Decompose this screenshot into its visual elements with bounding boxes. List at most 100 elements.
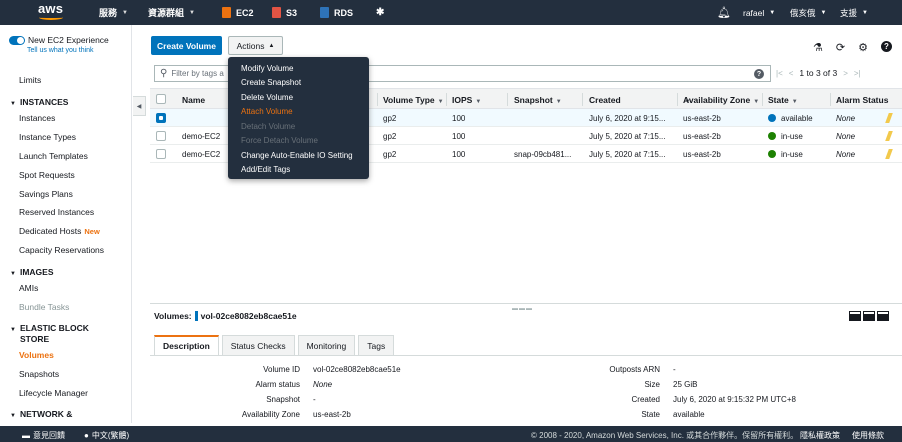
rds-shortcut[interactable]: RDS — [320, 0, 353, 25]
pencil-icon[interactable] — [885, 149, 893, 159]
chevron-down-icon: ▼ — [122, 9, 128, 16]
sidebar-item-spot-requests[interactable]: Spot Requests — [19, 170, 75, 180]
aws-logo[interactable]: aws — [38, 2, 66, 21]
new-ec2-experience-toggle-row[interactable]: New EC2 Experience — [9, 35, 109, 45]
ec2-shortcut[interactable]: EC2 — [222, 0, 254, 25]
region-label: 俄亥俄 — [790, 7, 816, 18]
tab-monitoring[interactable]: Monitoring — [297, 335, 356, 355]
toggle-switch[interactable] — [9, 35, 25, 45]
sidebar-item-launch-templates[interactable]: Launch Templates — [19, 151, 88, 161]
sidebar-item-volumes[interactable]: Volumes — [19, 350, 54, 360]
top-navigation-bar: aws 服務 ▼ 資源群組 ▼ EC2 S3 RDS ✱ 🔔︎ rafael ▼ 俄亥… — [0, 0, 902, 25]
cell-created: July 6, 2020 at 9:15... — [589, 114, 666, 123]
sort-icon: ▼ — [437, 99, 444, 105]
sidebar-collapse-handle[interactable]: ◀ — [133, 96, 146, 116]
create-volume-button[interactable]: Create Volume — [151, 36, 222, 55]
feedback-link[interactable]: Tell us what you think — [27, 47, 94, 54]
sidebar-section-network[interactable]: ▼ NETWORK & — [10, 409, 72, 419]
refresh-icon[interactable]: ⟳ — [836, 41, 845, 54]
row-checkbox[interactable] — [156, 149, 166, 159]
sidebar-item-limits[interactable]: Limits — [19, 75, 41, 85]
menu-item-attach-volume[interactable]: Attach Volume — [228, 105, 369, 120]
selection-marker — [194, 311, 198, 321]
pencil-icon[interactable] — [885, 113, 893, 123]
terms-of-use-link[interactable]: 使用條款 — [852, 430, 884, 441]
col-name[interactable]: Name — [182, 95, 205, 105]
sidebar-item-lifecycle-manager[interactable]: Lifecycle Manager — [19, 388, 88, 398]
row-checkbox[interactable] — [156, 131, 166, 141]
col-iops[interactable]: IOPS ▼ — [452, 95, 481, 105]
gear-icon[interactable]: ⚙ — [858, 41, 868, 54]
toggle-label: New EC2 Experience — [28, 35, 109, 45]
bell-icon[interactable]: 🔔︎ — [717, 0, 731, 25]
sidebar-item-reserved-instances[interactable]: Reserved Instances — [19, 207, 94, 217]
last-page-icon[interactable]: >| — [854, 69, 861, 78]
actions-button[interactable]: Actions ▲ — [228, 36, 283, 55]
pane-splitter[interactable] — [150, 303, 902, 304]
header-label: Snapshot — [514, 95, 553, 105]
menu-item-modify-volume[interactable]: Modify Volume — [228, 61, 369, 76]
cell-volume-type: gp2 — [383, 150, 397, 159]
pencil-icon[interactable] — [885, 131, 893, 141]
col-alarm-status[interactable]: Alarm Status — [836, 95, 888, 105]
row-checkbox[interactable] — [156, 113, 166, 123]
sidebar-section-ebs[interactable]: ▼ ELASTIC BLOCK — [10, 323, 89, 333]
help-icon[interactable]: ? — [881, 41, 892, 52]
sidebar-section-instances[interactable]: ▼ INSTANCES — [10, 97, 68, 107]
column-divider — [762, 93, 763, 106]
sidebar-item-bundle-tasks[interactable]: Bundle Tasks — [19, 302, 69, 312]
user-label: rafael — [743, 7, 765, 18]
sidebar-item-savings-plans[interactable]: Savings Plans — [19, 189, 73, 199]
col-created[interactable]: Created ▼ — [589, 95, 691, 105]
sidebar-item-snapshots[interactable]: Snapshots — [19, 369, 59, 379]
drag-grip-icon[interactable]: ▬▬▬ — [512, 306, 533, 312]
user-menu[interactable]: rafael ▼ — [743, 0, 775, 25]
col-volume-type[interactable]: Volume Type ▼ — [383, 95, 444, 105]
sidebar-item-capacity-reservations[interactable]: Capacity Reservations — [19, 245, 104, 255]
col-snapshot[interactable]: Snapshot ▼ — [514, 95, 562, 105]
sidebar-item-instances[interactable]: Instances — [19, 113, 55, 123]
state-label: in-use — [781, 150, 803, 159]
caret-down-icon: ▼ — [10, 327, 16, 333]
select-all-checkbox[interactable] — [156, 94, 166, 104]
tab-description[interactable]: Description — [154, 335, 219, 355]
s3-shortcut[interactable]: S3 — [272, 0, 297, 25]
menu-item-create-snapshot[interactable]: Create Snapshot — [228, 76, 369, 91]
chevron-down-icon: ▼ — [189, 9, 195, 16]
services-menu[interactable]: 服務 ▼ — [99, 0, 128, 25]
tab-status-checks[interactable]: Status Checks — [221, 335, 295, 355]
prev-page-icon[interactable]: < — [789, 69, 794, 78]
cell-alarm-status: None — [836, 132, 856, 141]
language-selector[interactable]: ● 中文(繁體) — [84, 430, 129, 441]
cell-alarm-status: None — [836, 150, 856, 159]
menu-item-add-edit-tags[interactable]: Add/Edit Tags — [228, 163, 369, 178]
col-state[interactable]: State ▼ — [768, 95, 798, 105]
cell-name: demo-EC2 — [182, 132, 221, 141]
support-menu[interactable]: 支援 ▼ — [840, 0, 868, 25]
rds-icon — [320, 7, 329, 18]
tab-tags[interactable]: Tags — [358, 335, 395, 355]
layout-full-icon[interactable] — [877, 311, 889, 321]
menu-item-change-auto-enable-io[interactable]: Change Auto-Enable IO Setting — [228, 148, 369, 163]
sidebar-item-instance-types[interactable]: Instance Types — [19, 132, 76, 142]
layout-split-icon[interactable] — [863, 311, 875, 321]
layout-bottom-icon[interactable] — [849, 311, 861, 321]
caret-down-icon: ▼ — [10, 271, 16, 277]
cell-state: in-use — [768, 150, 803, 159]
resource-groups-menu[interactable]: 資源群組 ▼ — [148, 0, 195, 25]
menu-item-delete-volume[interactable]: Delete Volume — [228, 90, 369, 105]
sidebar-item-dedicated-hosts[interactable]: Dedicated Hosts New — [19, 226, 100, 236]
privacy-policy-link[interactable]: 隱私權政策 — [800, 430, 840, 441]
ec2-icon — [222, 7, 231, 18]
col-availability-zone[interactable]: Availability Zone ▼ — [683, 95, 759, 105]
section-label: IMAGES — [19, 267, 54, 277]
next-page-icon[interactable]: > — [843, 69, 848, 78]
sidebar-section-images[interactable]: ▼ IMAGES — [10, 267, 53, 277]
sidebar-item-amis[interactable]: AMIs — [19, 283, 38, 293]
pin-icon[interactable]: ✱ — [376, 0, 384, 25]
flask-icon[interactable]: ⚗ — [813, 41, 823, 54]
first-page-icon[interactable]: |< — [776, 69, 783, 78]
filter-help-icon[interactable]: ? — [754, 69, 764, 79]
feedback-button[interactable]: ▬ 意見回饋 — [22, 430, 65, 441]
region-menu[interactable]: 俄亥俄 ▼ — [790, 0, 826, 25]
